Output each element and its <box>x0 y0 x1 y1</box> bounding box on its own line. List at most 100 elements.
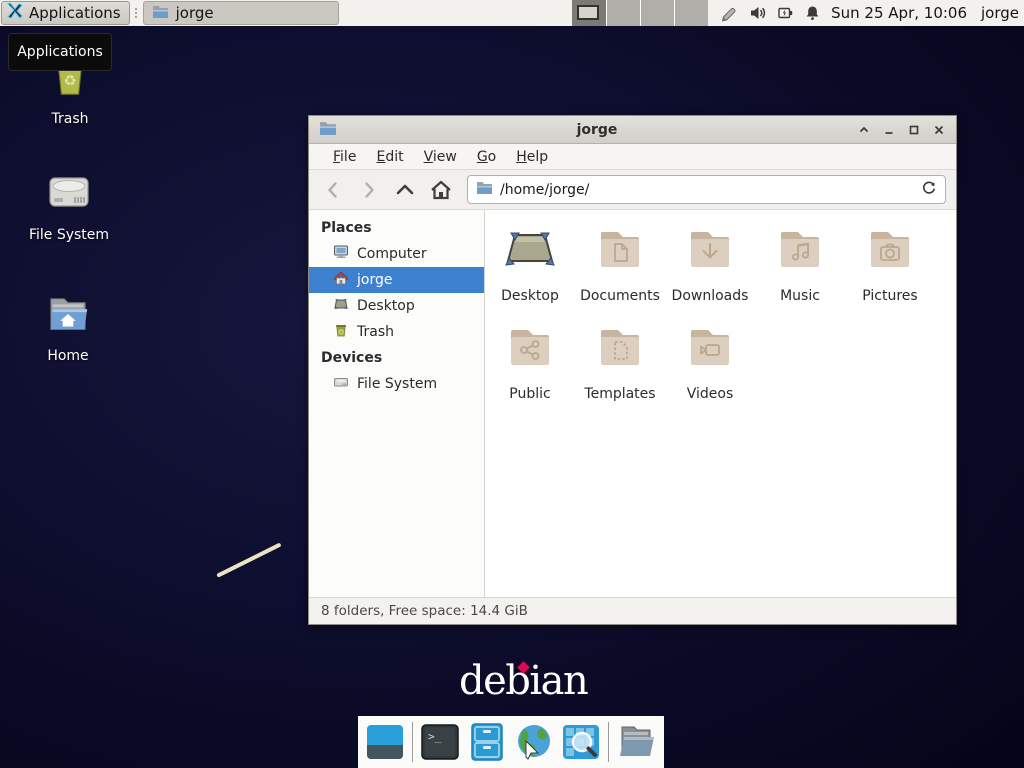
file-system-label: File System <box>29 227 109 243</box>
folder-item-label: Documents <box>580 288 660 304</box>
desktop-icon-home[interactable]: Home <box>18 291 118 364</box>
workspace-3[interactable] <box>640 0 674 26</box>
app-finder-icon <box>562 724 600 760</box>
menu-file[interactable]: File <box>323 149 366 165</box>
notification-bell-icon[interactable] <box>804 4 821 22</box>
xfce-logo-icon <box>6 2 24 24</box>
sidebar: Places Computer jorge <box>309 210 485 597</box>
minimize-button[interactable] <box>882 123 896 137</box>
folder-item-label: Downloads <box>672 288 749 304</box>
debian-logo: debian <box>459 658 587 704</box>
panel-username[interactable]: jorge <box>981 4 1019 22</box>
open-folder-icon <box>616 724 656 760</box>
desktop-place-icon <box>333 296 349 316</box>
globe-browser-icon <box>514 723 554 761</box>
terminal-icon: >_ <box>421 724 459 760</box>
stylus-icon[interactable] <box>720 4 739 23</box>
maximize-button[interactable] <box>907 123 921 137</box>
folder-item-label: Desktop <box>501 288 559 304</box>
home-label: Home <box>47 348 88 364</box>
workspace-pager <box>572 0 708 26</box>
desktop-stray-line <box>216 543 281 578</box>
folder-item-label: Public <box>509 386 550 402</box>
dock-separator <box>608 722 609 762</box>
window-title: jorge <box>337 122 857 138</box>
location-bar[interactable]: /home/jorge/ <box>467 175 946 204</box>
sidebar-item-file-system[interactable]: File System <box>309 371 484 397</box>
trash-small-icon <box>333 322 349 342</box>
window-titlebar[interactable]: jorge <box>309 116 956 144</box>
sidebar-item-label: Computer <box>357 246 427 262</box>
taskbar-window-button[interactable]: jorge <box>143 1 339 25</box>
applications-menu-button[interactable]: Applications <box>1 1 130 25</box>
file-manager-launcher[interactable] <box>467 722 507 762</box>
close-button[interactable] <box>932 123 946 137</box>
menu-edit[interactable]: Edit <box>366 149 413 165</box>
workspace-4[interactable] <box>674 0 708 26</box>
desktop-background[interactable]: Applications jorge <box>0 0 1024 768</box>
public-folder-icon <box>508 325 552 373</box>
web-browser-launcher[interactable] <box>514 722 554 762</box>
folder-item-desktop[interactable]: Desktop <box>485 227 575 325</box>
sidebar-item-computer[interactable]: Computer <box>309 241 484 267</box>
folder-item-label: Videos <box>687 386 734 402</box>
menu-go[interactable]: Go <box>467 149 506 165</box>
directory-menu-button[interactable] <box>616 722 656 762</box>
sidebar-item-desktop[interactable]: Desktop <box>309 293 484 319</box>
back-button[interactable] <box>317 175 349 205</box>
window-controls <box>857 123 946 137</box>
menu-view[interactable]: View <box>414 149 467 165</box>
folder-item-label: Music <box>780 288 820 304</box>
workspace-1[interactable] <box>572 0 606 26</box>
folder-item-downloads[interactable]: Downloads <box>665 227 755 325</box>
sidebar-item-label: File System <box>357 376 437 392</box>
folder-item-documents[interactable]: Documents <box>575 227 665 325</box>
folder-item-videos[interactable]: Videos <box>665 325 755 423</box>
tasklist-handle[interactable] <box>132 1 141 25</box>
sidebar-item-label: Desktop <box>357 298 415 314</box>
folder-window-icon <box>152 4 169 23</box>
sidebar-item-label: Trash <box>357 324 394 340</box>
show-desktop-button[interactable] <box>365 722 405 762</box>
folder-view[interactable]: Desktop Documents <box>485 210 956 597</box>
statusbar: 8 folders, Free space: 14.4 GiB <box>309 597 956 624</box>
places-header: Places <box>309 215 484 241</box>
music-folder-icon <box>778 227 822 275</box>
sidebar-item-label: jorge <box>357 272 392 288</box>
menubar: File Edit View Go Help <box>309 144 956 170</box>
status-text: 8 folders, Free space: 14.4 GiB <box>321 603 528 619</box>
location-folder-icon <box>476 180 493 199</box>
pictures-folder-icon <box>868 227 912 275</box>
location-text[interactable]: /home/jorge/ <box>500 182 914 198</box>
desktop-icon-file-system[interactable]: File System <box>19 170 119 243</box>
terminal-launcher[interactable]: >_ <box>420 722 460 762</box>
up-button[interactable] <box>389 175 421 205</box>
sidebar-item-trash[interactable]: Trash <box>309 319 484 345</box>
tooltip-text: Applications <box>17 44 103 60</box>
applications-tooltip: Applications <box>8 33 112 71</box>
folder-item-public[interactable]: Public <box>485 325 575 423</box>
app-finder-launcher[interactable] <box>561 722 601 762</box>
sidebar-item-jorge[interactable]: jorge <box>309 267 484 293</box>
shade-button[interactable] <box>857 123 871 137</box>
folder-item-music[interactable]: Music <box>755 227 845 325</box>
home-button[interactable] <box>425 175 457 205</box>
panel-clock[interactable]: Sun 25 Apr, 10:06 <box>831 4 967 22</box>
taskbar-window-label: jorge <box>176 4 214 22</box>
battery-icon[interactable] <box>777 4 794 22</box>
folder-item-pictures[interactable]: Pictures <box>845 227 935 325</box>
volume-icon[interactable] <box>749 4 767 22</box>
reload-icon[interactable] <box>921 180 937 200</box>
folder-item-label: Templates <box>584 386 655 402</box>
menu-help[interactable]: Help <box>506 149 558 165</box>
dock-separator <box>412 722 413 762</box>
forward-button[interactable] <box>353 175 385 205</box>
workspace-2[interactable] <box>606 0 640 26</box>
dock-panel: >_ <box>358 716 664 768</box>
workspace-window-miniature <box>577 5 599 20</box>
svg-text:♻: ♻ <box>64 74 77 90</box>
svg-text:>_: >_ <box>428 730 442 743</box>
computer-icon <box>333 244 349 264</box>
toolbar: /home/jorge/ <box>309 170 956 210</box>
folder-item-templates[interactable]: Templates <box>575 325 665 423</box>
